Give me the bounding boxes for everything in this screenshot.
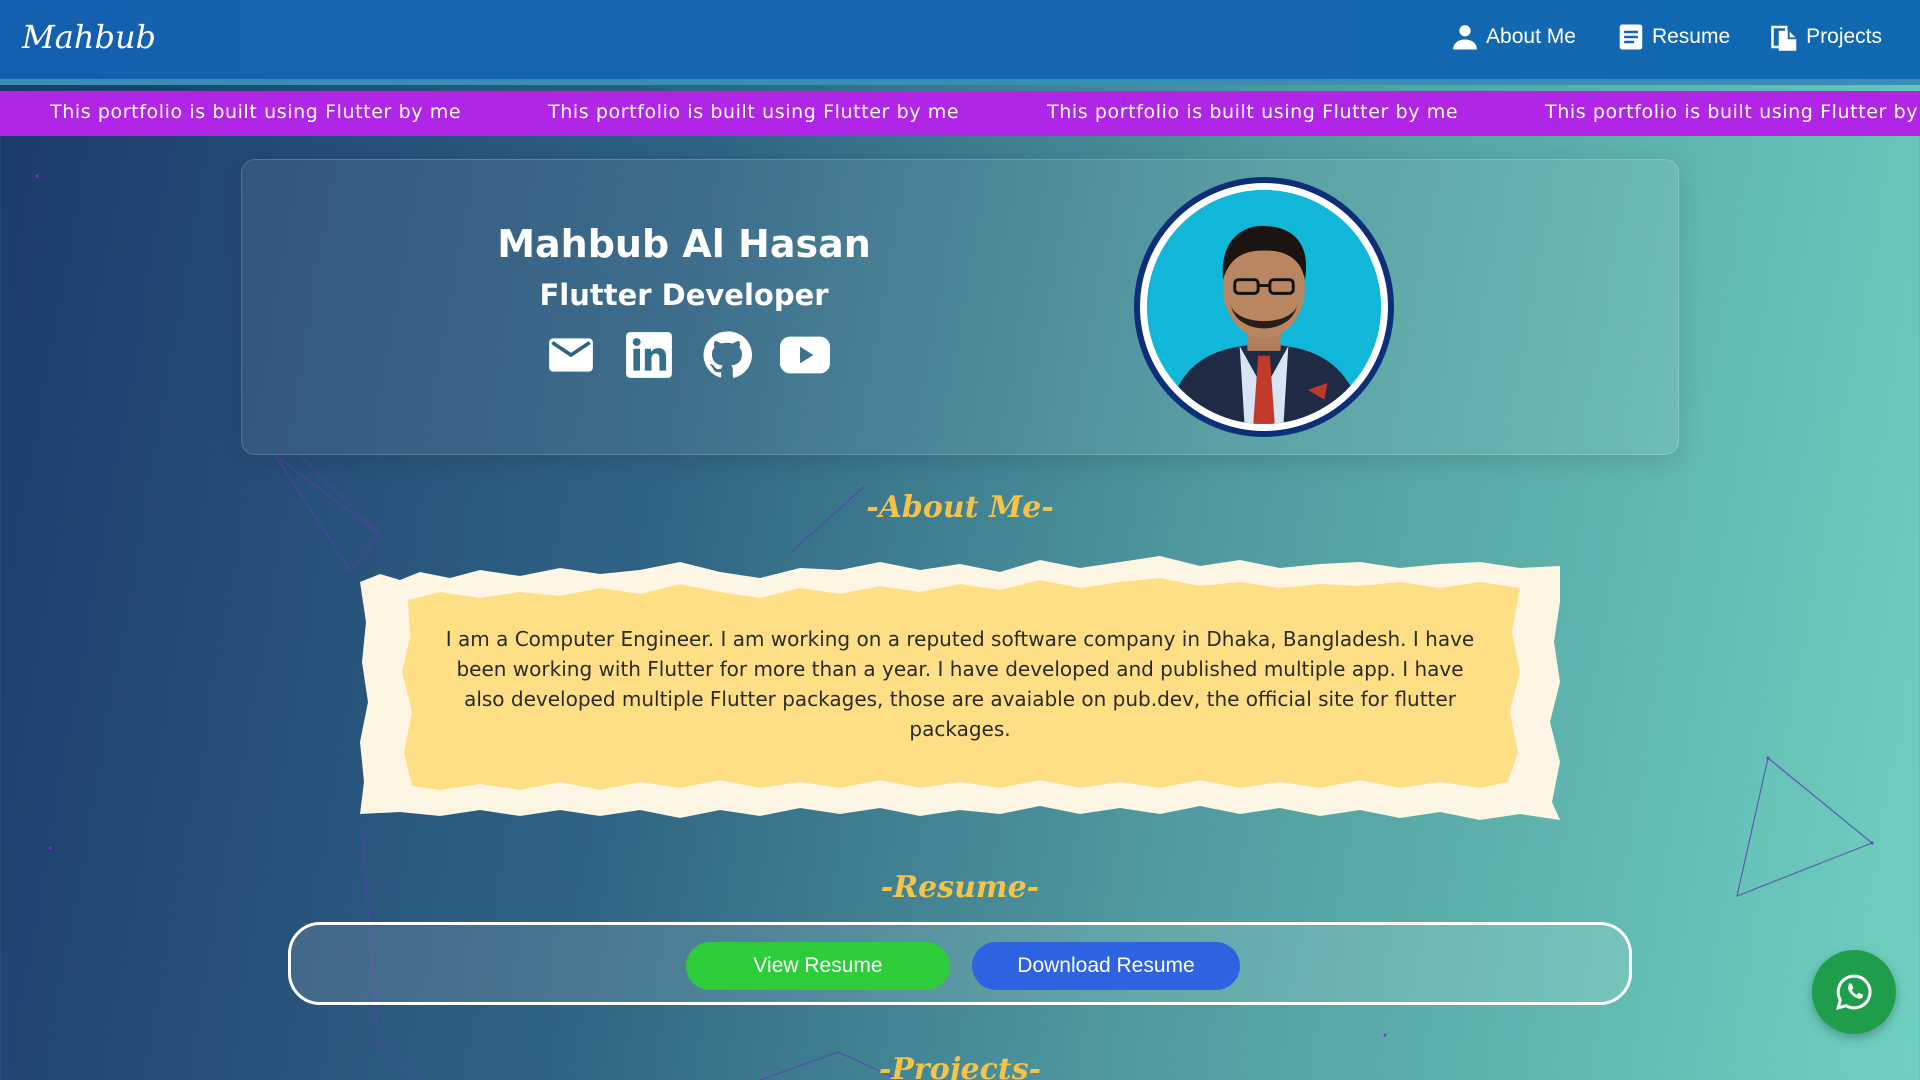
files-icon (1771, 25, 1797, 51)
app-bar: Mahbub About Me Resume Projects (0, 0, 1920, 85)
about-text: I am a Computer Engineer. I am working o… (445, 627, 1475, 741)
avatar (1134, 177, 1394, 437)
nav-resume-label: Resume (1651, 25, 1731, 48)
whatsapp-button[interactable] (1812, 950, 1896, 1034)
nav-projects-label: Projects (1806, 25, 1882, 48)
nav-bar: About Me Resume Projects (1450, 22, 1882, 52)
linkedin-link[interactable] (624, 330, 674, 380)
profile-role: Flutter Developer (539, 278, 829, 312)
about-title: -About Me- (866, 490, 1054, 525)
github-icon (703, 331, 752, 378)
marquee-text: This portfolio is built using Flutter by… (548, 101, 960, 123)
whatsapp-icon (1836, 974, 1872, 1010)
social-links (546, 330, 830, 380)
marquee-text: This portfolio is built using Flutter by… (1047, 101, 1459, 123)
marquee-text: This portfolio is built using Flutter by… (1545, 101, 1920, 123)
youtube-icon (780, 336, 830, 374)
email-link[interactable] (546, 330, 596, 380)
profile-photo (1147, 190, 1381, 424)
nav-resume[interactable]: Resume (1616, 22, 1730, 52)
nav-projects[interactable]: Projects (1770, 22, 1882, 52)
document-icon (1619, 24, 1643, 50)
marquee-text: This portfolio is built using Flutter by… (50, 101, 462, 123)
nav-about-me[interactable]: About Me (1450, 22, 1576, 52)
resume-bar: View Resume Download Resume (288, 922, 1632, 1005)
view-resume-button[interactable]: View Resume (686, 942, 950, 990)
youtube-link[interactable] (780, 330, 830, 380)
resume-title: -Resume- (880, 870, 1040, 905)
nav-about-me-label: About Me (1486, 25, 1576, 48)
person-icon (1453, 25, 1477, 50)
logo[interactable]: Mahbub (22, 18, 156, 56)
marquee-banner: This portfolio is built using Flutter by… (0, 91, 1920, 136)
projects-title: -Projects- (878, 1052, 1042, 1080)
profile-card: Mahbub Al Hasan Flutter Developer (241, 159, 1679, 455)
linkedin-icon (626, 332, 672, 378)
mail-icon (549, 338, 593, 372)
download-resume-button[interactable]: Download Resume (972, 942, 1240, 990)
github-link[interactable] (702, 330, 752, 380)
profile-name: Mahbub Al Hasan (497, 222, 871, 266)
about-card: I am a Computer Engineer. I am working o… (360, 542, 1560, 822)
